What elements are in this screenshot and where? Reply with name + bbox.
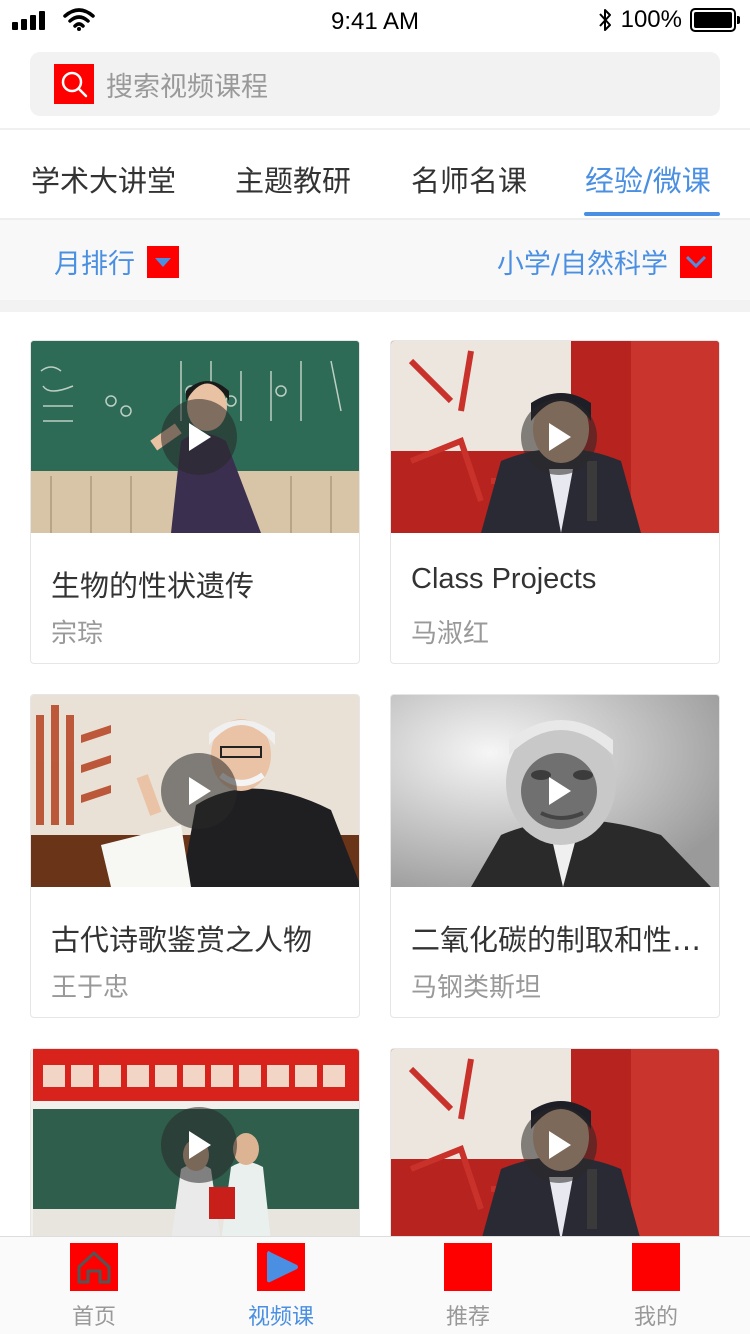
play-icon[interactable]	[161, 1107, 237, 1183]
video-author: 宗琮	[51, 619, 104, 649]
video-card[interactable]	[390, 1048, 720, 1236]
nav-video[interactable]: 视频课	[221, 1243, 341, 1331]
recommend-icon	[444, 1243, 492, 1291]
video-title: 二氧化碳的制取和性…	[411, 923, 702, 957]
tab-famous-teacher[interactable]: 名师名课	[411, 158, 527, 200]
subject-filter-label: 小学/自然科学	[496, 249, 668, 280]
home-icon	[70, 1243, 118, 1291]
video-grid: 生物的性状遗传 宗琮 Class Projects 马淑红 古代诗歌鉴赏之人物 …	[0, 312, 750, 1236]
ranking-filter-label: 月排行	[54, 249, 135, 280]
tab-active-indicator	[584, 212, 720, 216]
nav-recommend[interactable]: 推荐	[408, 1243, 528, 1331]
video-card[interactable]: 古代诗歌鉴赏之人物 王于忠	[30, 694, 360, 1018]
play-icon[interactable]	[521, 399, 597, 475]
video-thumbnail	[391, 1049, 719, 1236]
video-card[interactable]: 生物的性状遗传 宗琮	[30, 340, 360, 664]
search-icon	[54, 64, 94, 104]
tab-research[interactable]: 主题教研	[235, 158, 351, 200]
play-icon	[257, 1243, 305, 1291]
battery-icon	[690, 8, 740, 32]
nav-profile-label: 我的	[633, 1305, 678, 1330]
bottom-tab-bar: 首页 视频课 推荐 我的	[0, 1236, 750, 1334]
video-title: Class Projects	[411, 563, 597, 595]
profile-icon	[632, 1243, 680, 1291]
video-thumbnail	[31, 695, 359, 887]
video-card[interactable]	[30, 1048, 360, 1236]
nav-profile[interactable]: 我的	[596, 1243, 716, 1331]
nav-home-label: 首页	[71, 1305, 116, 1330]
video-card[interactable]: 二氧化碳的制取和性… 马钢类斯坦	[390, 694, 720, 1018]
ranking-filter[interactable]: 月排行	[54, 242, 179, 281]
nav-video-label: 视频课	[247, 1305, 314, 1330]
filter-bar: 月排行 小学/自然科学	[0, 220, 750, 300]
video-thumbnail	[31, 341, 359, 533]
video-title: 生物的性状遗传	[51, 569, 255, 603]
chevron-down-icon	[680, 245, 712, 278]
play-icon[interactable]	[521, 1107, 597, 1183]
video-thumbnail	[391, 341, 719, 533]
nav-recommend-label: 推荐	[445, 1305, 490, 1330]
video-author: 马钢类斯坦	[411, 973, 542, 1003]
battery-percent: 100%	[620, 6, 682, 33]
play-icon[interactable]	[161, 399, 237, 475]
status-right: 100%	[597, 6, 740, 34]
subject-filter[interactable]: 小学/自然科学	[497, 242, 712, 281]
nav-home[interactable]: 首页	[34, 1243, 154, 1331]
video-author: 马淑红	[411, 619, 490, 649]
video-card[interactable]: Class Projects 马淑红	[390, 340, 720, 664]
status-bar: 9:41 AM 100%	[0, 0, 750, 40]
search-placeholder: 搜索视频课程	[106, 71, 268, 103]
video-title: 古代诗歌鉴赏之人物	[51, 923, 313, 957]
video-author: 王于忠	[51, 973, 130, 1003]
video-thumbnail	[31, 1049, 359, 1236]
video-thumbnail	[391, 695, 719, 887]
play-icon[interactable]	[521, 753, 597, 829]
section-gap	[0, 300, 750, 312]
dropdown-triangle-icon	[147, 245, 179, 278]
tab-micro-course[interactable]: 经验/微课	[585, 158, 711, 200]
bluetooth-icon	[598, 9, 611, 31]
play-icon[interactable]	[161, 753, 237, 829]
tab-lecture[interactable]: 学术大讲堂	[31, 158, 176, 200]
search-input[interactable]: 搜索视频课程	[30, 52, 720, 116]
